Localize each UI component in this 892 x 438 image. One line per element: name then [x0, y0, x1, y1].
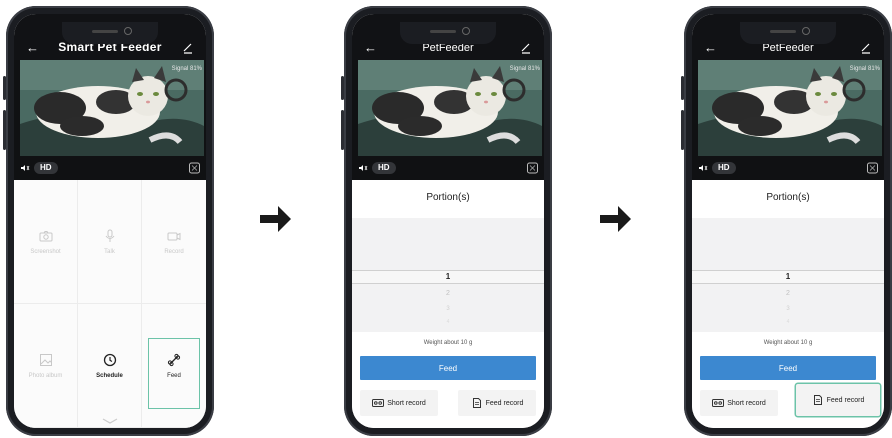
picker-option[interactable]: 3: [692, 306, 884, 312]
portion-title: Portion(s): [426, 192, 470, 203]
phone-1: ← Smart Pet Feeder Signal 81% HD Screens…: [3, 6, 214, 436]
camera-video[interactable]: Signal 81% HD: [352, 60, 544, 180]
talk-label: Talk: [104, 248, 115, 255]
picker-option[interactable]: 1: [692, 272, 884, 281]
tape-icon: [712, 399, 725, 407]
feed-submit-button[interactable]: Feed: [360, 356, 536, 380]
portion-title: Portion(s): [766, 192, 810, 203]
feed-record-button[interactable]: Feed record: [796, 384, 880, 416]
feed-button[interactable]: Feed: [142, 304, 206, 428]
portion-picker[interactable]: 1 2 3 4: [692, 218, 884, 332]
signal-indicator: Signal 81%: [171, 66, 202, 72]
hd-toggle[interactable]: HD: [34, 162, 58, 174]
phone-2: ← PetFeeder Signal 81% HD Portion(s) 1 2…: [341, 6, 552, 436]
video-camera-icon: [167, 232, 181, 240]
schedule-button[interactable]: Schedule: [78, 304, 142, 428]
picker-option[interactable]: 2: [352, 290, 544, 297]
edit-icon[interactable]: [860, 42, 872, 54]
mute-icon[interactable]: [20, 164, 30, 172]
portion-picker[interactable]: 1 2 3 4: [352, 218, 544, 332]
cat-video-frame: [358, 60, 542, 156]
document-icon: [813, 395, 822, 405]
fullscreen-icon[interactable]: [527, 162, 538, 174]
camera-video[interactable]: Signal 81% HD: [692, 60, 884, 180]
cat-video-frame: [698, 60, 882, 156]
short-record-label: Short record: [727, 399, 766, 407]
microphone-icon: [105, 229, 114, 242]
back-arrow-icon[interactable]: ←: [704, 41, 717, 54]
phone-3-screen: ← PetFeeder Signal 81% HD Portion(s) 1 2…: [692, 14, 884, 428]
short-record-button[interactable]: Short record: [700, 390, 778, 416]
bone-icon: [167, 353, 181, 366]
talk-button[interactable]: Talk: [78, 180, 142, 304]
picker-option[interactable]: 4: [352, 319, 544, 325]
record-buttons: Short record Feed record: [352, 390, 544, 416]
hd-toggle[interactable]: HD: [712, 162, 736, 174]
cat-video-frame: [20, 60, 204, 156]
feed-label: Feed: [167, 372, 181, 379]
fullscreen-icon[interactable]: [189, 162, 200, 174]
weight-text: Weight about 10 g: [763, 340, 813, 346]
short-record-label: Short record: [387, 399, 426, 407]
phone-1-screen: ← Smart Pet Feeder Signal 81% HD Screens…: [14, 14, 206, 428]
arrow-right-icon: [600, 206, 631, 232]
record-buttons: Short record Feed record: [692, 384, 884, 416]
feed-submit-button[interactable]: Feed: [700, 356, 876, 380]
short-record-button[interactable]: Short record: [360, 390, 438, 416]
record-label: Record: [164, 248, 184, 255]
schedule-label: Schedule: [96, 372, 123, 379]
image-icon: [39, 353, 52, 366]
document-icon: [472, 398, 481, 408]
arrow-right-icon: [260, 206, 291, 232]
feed-record-label: Feed record: [485, 399, 524, 407]
mute-icon[interactable]: [358, 164, 368, 172]
hd-toggle[interactable]: HD: [372, 162, 396, 174]
phone-2-screen: ← PetFeeder Signal 81% HD Portion(s) 1 2…: [352, 14, 544, 428]
signal-indicator: Signal 81%: [509, 66, 540, 72]
back-arrow-icon[interactable]: ←: [26, 41, 39, 54]
phone-3: ← PetFeeder Signal 81% HD Portion(s) 1 2…: [681, 6, 892, 436]
picker-option[interactable]: 3: [352, 306, 544, 312]
camera-video[interactable]: Signal 81% HD: [14, 60, 206, 180]
record-button[interactable]: Record: [142, 180, 206, 304]
chevron-down-icon[interactable]: [102, 418, 118, 424]
clock-icon: [103, 353, 116, 366]
feed-record-button[interactable]: Feed record: [458, 390, 536, 416]
screenshot-label: Screenshot: [30, 248, 61, 255]
notch: [400, 22, 496, 44]
feed-panel: Portion(s) 1 2 3 4 Weight about 10 g Fee…: [692, 180, 884, 428]
edit-icon[interactable]: [520, 42, 532, 54]
function-grid: Screenshot Talk Record Photo album Sched…: [14, 180, 206, 428]
edit-icon[interactable]: [182, 42, 194, 54]
feed-panel: Portion(s) 1 2 3 4 Weight about 10 g Fee…: [352, 180, 544, 428]
photo-album-label: Photo album: [28, 372, 63, 379]
fullscreen-icon[interactable]: [867, 162, 878, 174]
picker-option[interactable]: 1: [352, 272, 544, 281]
camera-icon: [39, 230, 52, 241]
photo-album-button[interactable]: Photo album: [14, 304, 78, 428]
tape-icon: [372, 399, 385, 407]
screenshot-button[interactable]: Screenshot: [14, 180, 78, 304]
notch: [740, 22, 836, 44]
back-arrow-icon[interactable]: ←: [364, 41, 377, 54]
signal-indicator: Signal 81%: [849, 66, 880, 72]
notch: [62, 22, 158, 44]
weight-text: Weight about 10 g: [423, 340, 473, 346]
picker-option[interactable]: 4: [692, 319, 884, 325]
feed-record-label: Feed record: [826, 396, 865, 404]
mute-icon[interactable]: [698, 164, 708, 172]
picker-option[interactable]: 2: [692, 290, 884, 297]
